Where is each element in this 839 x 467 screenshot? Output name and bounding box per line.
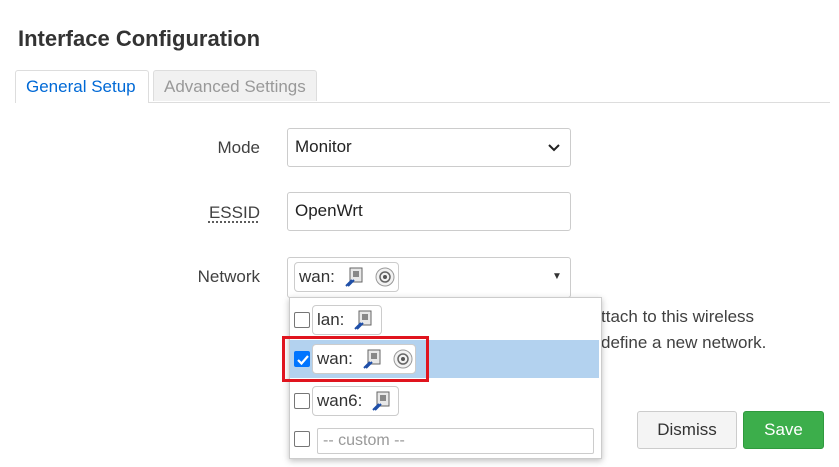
essid-input[interactable]: OpenWrt [287,192,571,231]
network-label: Network [197,267,260,286]
chip-wan6-label: wan6: [317,391,363,410]
checkbox-lan[interactable] [294,312,310,328]
checkbox-wan6[interactable] [294,393,310,409]
network-description-line1: ttach to this wireless [601,307,755,326]
chip-lan-label: lan: [317,310,345,329]
ethernet-icon [344,267,363,287]
mode-label: Mode [217,138,260,157]
save-button[interactable]: Save [743,411,824,449]
dropdown-item-wan6[interactable]: wan6: [290,382,599,420]
ethernet-icon [354,310,372,330]
chevron-down-icon [548,144,560,152]
wireless-icon [375,267,395,287]
mode-select[interactable]: Monitor [287,128,571,167]
network-selected-label: wan: [299,267,335,286]
custom-network-input[interactable]: -- custom -- [317,428,594,454]
network-description-line2: define a new network. [601,333,767,352]
tab-bar: General Setup Advanced Settings [15,70,830,103]
network-description: ttach to this wireless define a new netw… [601,304,766,356]
chip-wan6: wan6: [312,386,399,416]
tab-advanced-settings[interactable]: Advanced Settings [153,70,317,101]
ethernet-icon [372,391,390,411]
network-caret-icon: ▼ [552,271,562,282]
tab-general-setup[interactable]: General Setup [15,70,149,103]
chip-lan: lan: [312,305,382,335]
mode-value: Monitor [295,137,352,156]
highlight-box [282,336,429,382]
dropdown-item-lan[interactable]: lan: [290,301,599,339]
network-selected-chip: wan: [294,262,399,292]
dismiss-button[interactable]: Dismiss [637,411,737,449]
essid-label: ESSID [208,203,260,222]
checkbox-custom[interactable] [294,431,310,447]
page-title: Interface Configuration [18,26,261,51]
